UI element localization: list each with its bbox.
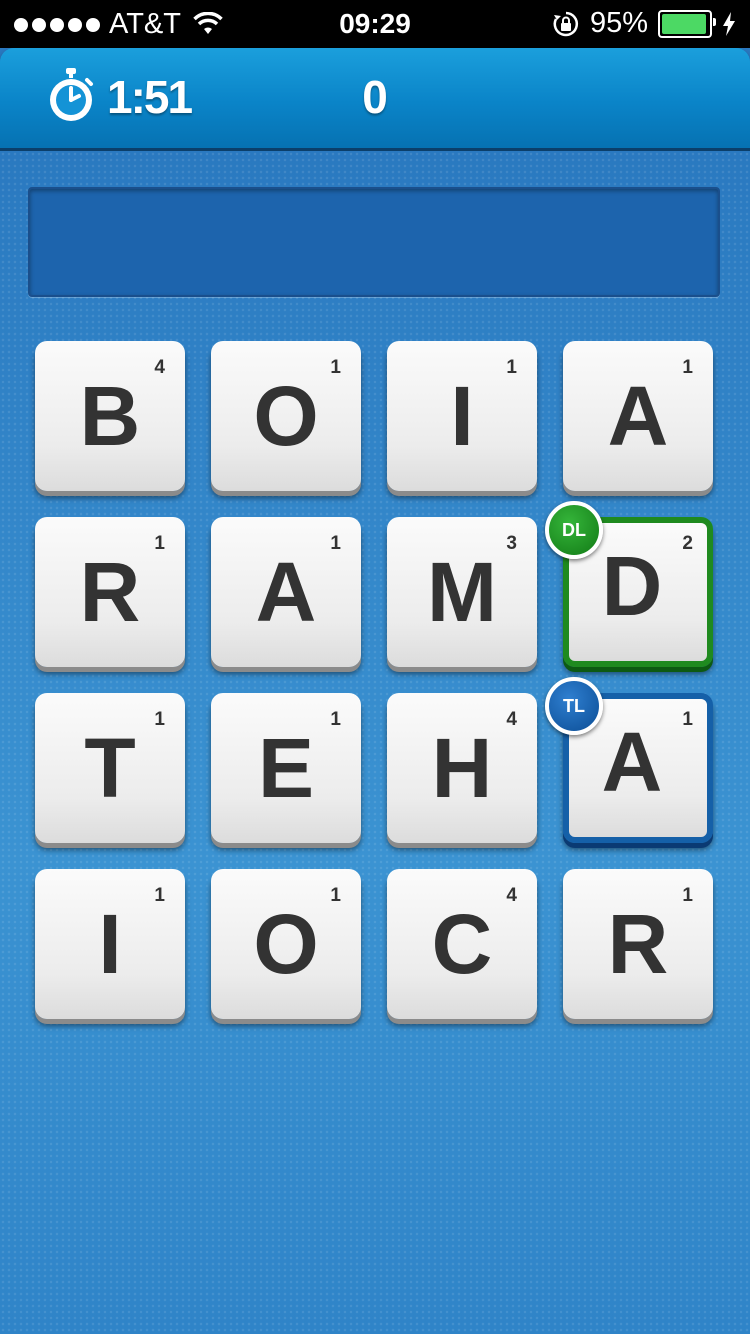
tile-points: 2 (682, 533, 693, 554)
letter-tile[interactable]: C4 (387, 869, 537, 1019)
tile-points: 1 (682, 885, 693, 906)
letter-tile[interactable]: O1 (211, 341, 361, 491)
letter-tile[interactable]: O1 (211, 869, 361, 1019)
orientation-lock-icon (553, 11, 578, 36)
game-board: B 4 O 1 I 1 A 1 R 1 A 1 M 3 D 2 DL T 1 E 1 H 4 A 1 TL I 1 O 1 C 4 R 1 (0, 151, 750, 1334)
tile-points: 4 (506, 709, 517, 730)
timer-display: 1:51 (107, 71, 193, 123)
tile-points: 4 (154, 357, 165, 378)
letter-tile[interactable]: R1 (563, 869, 713, 1019)
status-right: 95% (552, 7, 736, 40)
stopwatch-icon (50, 68, 93, 121)
tile-points: 1 (154, 533, 165, 554)
letter-tile[interactable]: E1 (211, 693, 361, 843)
tile-points: 1 (154, 709, 165, 730)
letter-tile[interactable]: H4 (387, 693, 537, 843)
tile-points: 1 (330, 709, 341, 730)
triple-letter-badge: TL (545, 677, 603, 735)
battery-percent: 95% (589, 7, 648, 39)
letter-tile[interactable]: R1 (35, 517, 185, 667)
tile-points: 1 (330, 357, 341, 378)
charging-bolt-icon (723, 11, 735, 36)
letter-tile[interactable]: I1 (35, 869, 185, 1019)
letter-tile[interactable]: T1 (35, 693, 185, 843)
tile-points: 3 (506, 533, 517, 554)
letter-tile[interactable]: I1 (387, 341, 537, 491)
double-letter-badge: DL (545, 501, 603, 559)
letter-tile[interactable]: A1 (211, 517, 361, 667)
letter-tile[interactable]: A1 (563, 341, 713, 491)
tile-points: 4 (506, 885, 517, 906)
tile-points: 1 (682, 357, 693, 378)
status-bar: AT&T 09:29 95% (0, 0, 750, 48)
tile-points: 1 (506, 357, 517, 378)
game-header: 1:51 0 (0, 48, 750, 151)
tile-points: 1 (330, 533, 341, 554)
tile-points: 1 (682, 709, 693, 730)
tile-points: 1 (154, 885, 165, 906)
current-word-display (28, 187, 720, 297)
score-display: 0 (362, 71, 388, 123)
battery-icon (658, 9, 716, 38)
tile-points: 1 (330, 885, 341, 906)
letter-tile[interactable]: B4 (35, 341, 185, 491)
letter-tile[interactable]: M3 (387, 517, 537, 667)
